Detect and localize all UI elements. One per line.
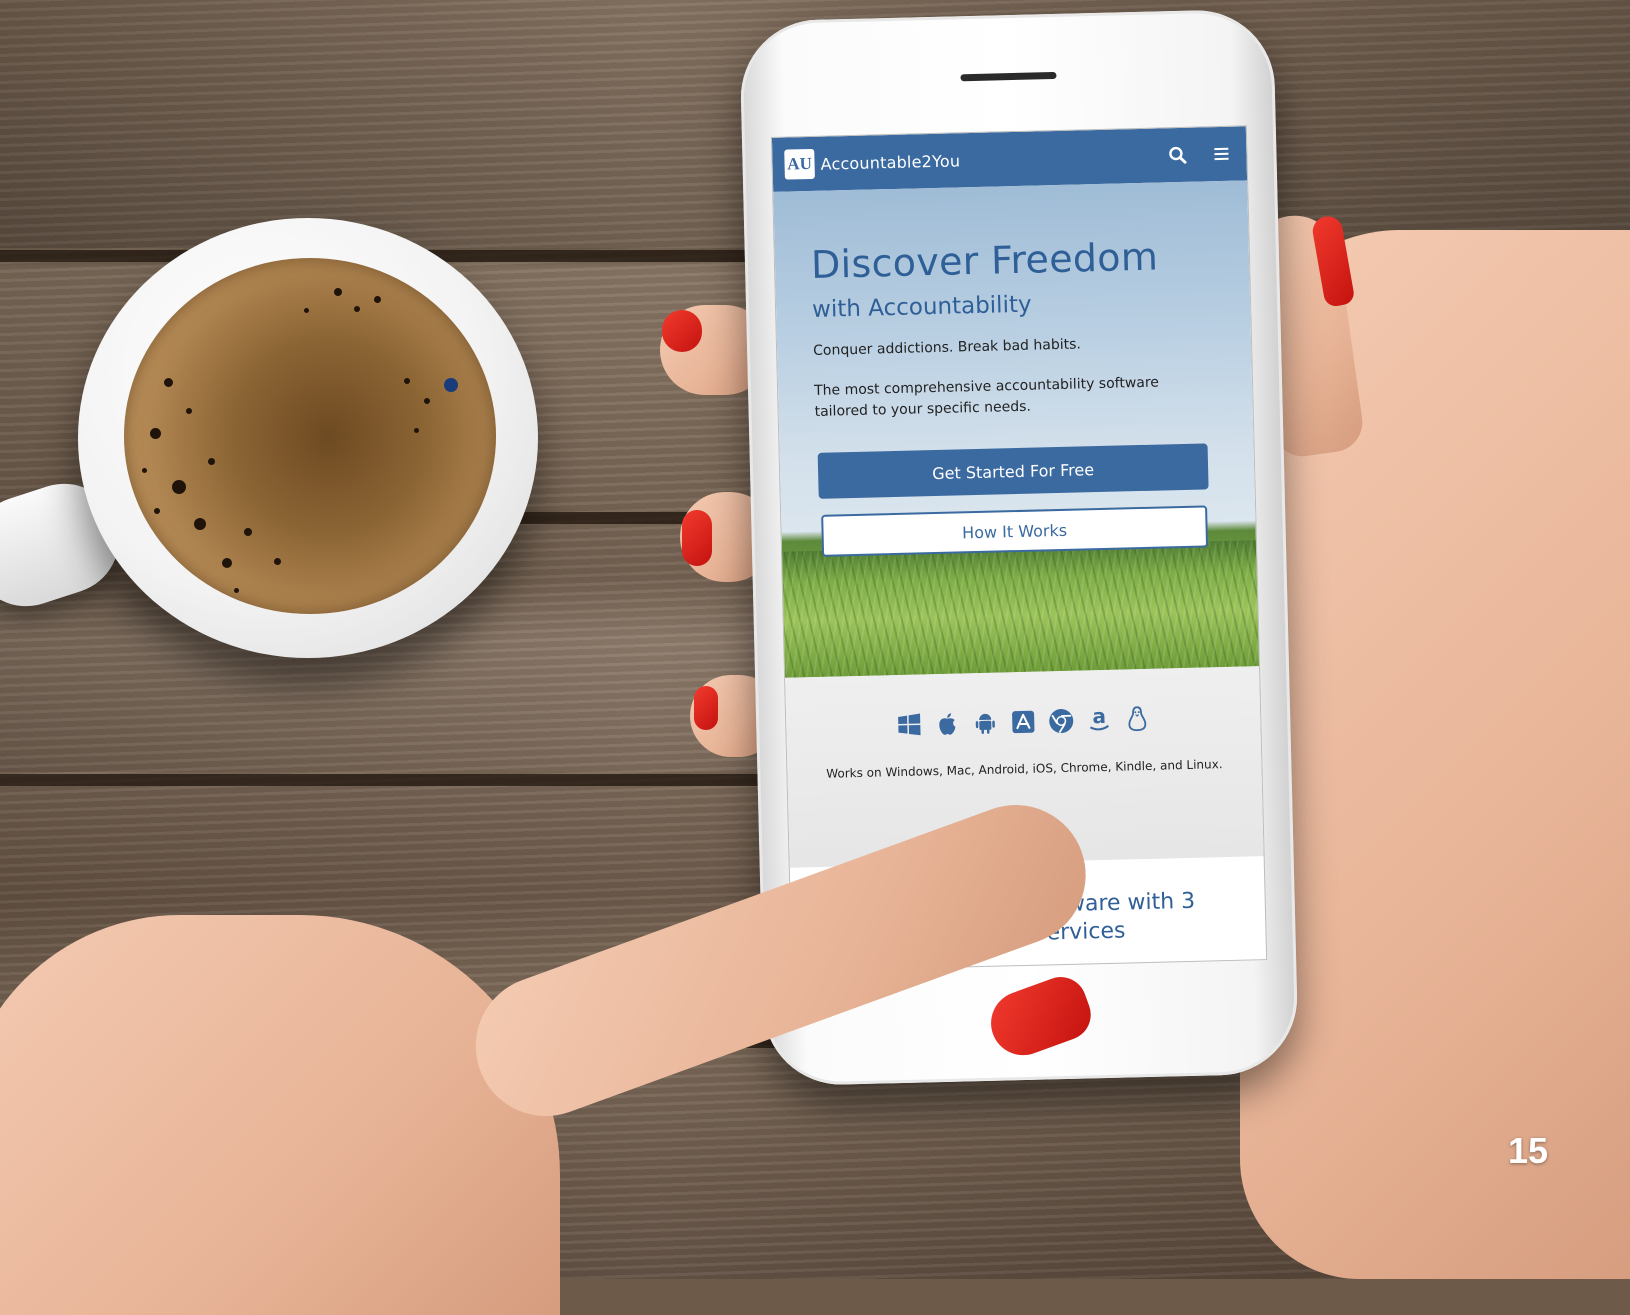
finger-nail [662,310,702,352]
coffee-surface [124,258,496,614]
linux-icon [1124,705,1151,734]
platform-caption: Works on Windows, Mac, Android, iOS, Chr… [826,757,1223,781]
brand-logo[interactable]: AU [784,148,815,180]
hero-grass-image [782,540,1259,678]
search-icon[interactable] [1164,142,1191,169]
app-store-icon [1010,708,1037,737]
hamburger-menu-icon[interactable] [1208,141,1235,168]
hero-tagline: Conquer addictions. Break bad habits. [812,336,1082,359]
page-number: 15 [1508,1130,1549,1171]
hero-description: The most comprehensive accountability so… [813,374,1160,420]
finger-nail [682,510,712,566]
hero-subtitle: with Accountability [811,291,1032,323]
phone-speaker [960,71,1057,82]
android-icon [972,709,999,738]
finger-nail [694,686,718,730]
hero-section: Discover Freedom with Accountability Con… [773,180,1259,678]
windows-icon [896,710,923,739]
brand-name[interactable]: Accountable2You [820,151,960,173]
amazon-icon: a [1086,706,1113,735]
chrome-icon [1048,707,1075,736]
get-started-button[interactable]: Get Started For Free [817,443,1209,499]
platform-icons: a [786,702,1261,742]
apple-icon [934,709,961,738]
svg-text:a: a [1092,707,1106,728]
hero-title: Discover Freedom [810,234,1159,287]
